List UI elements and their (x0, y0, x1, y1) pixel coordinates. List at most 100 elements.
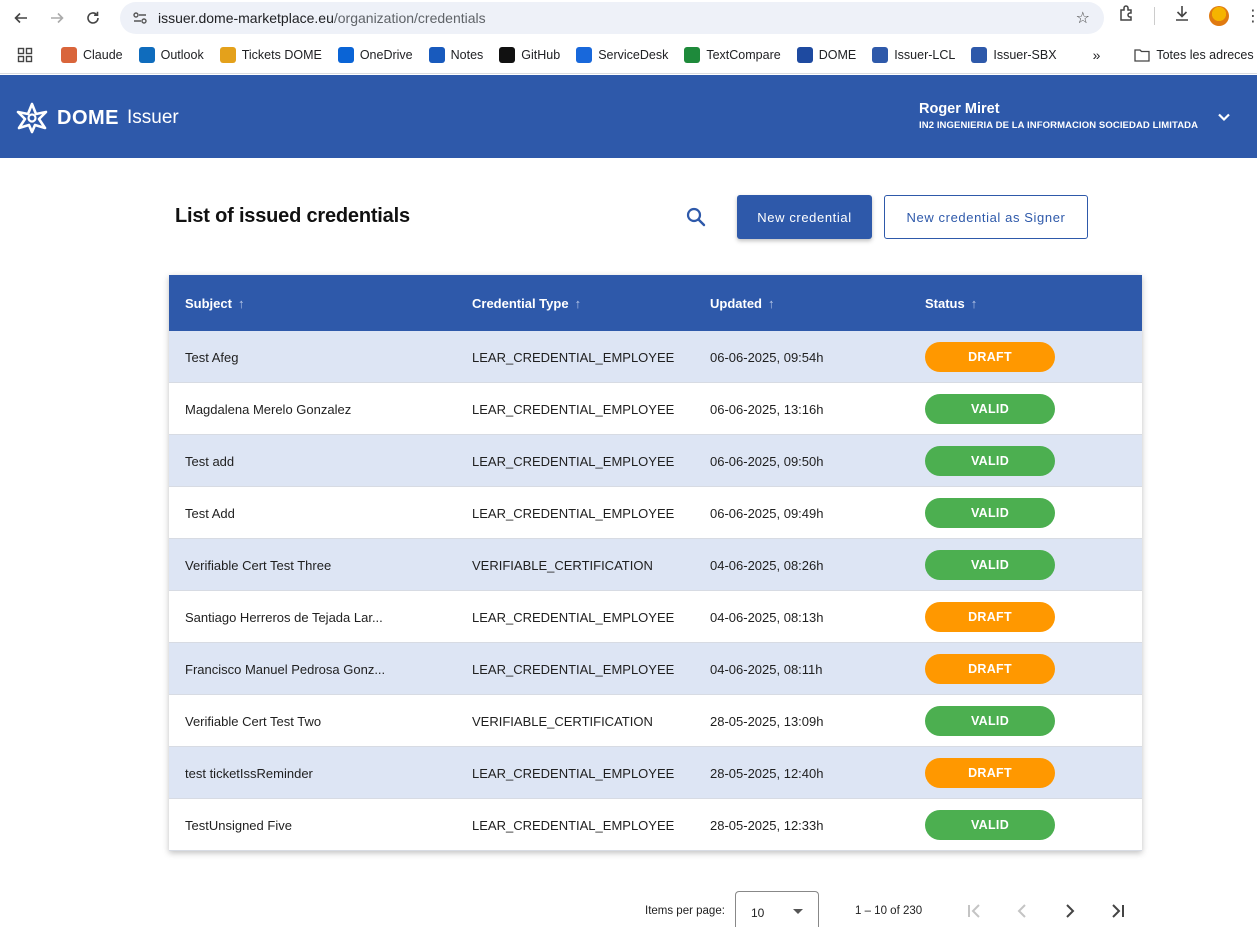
table-row[interactable]: Test Afeg LEAR_CREDENTIAL_EMPLOYEE 06-06-2… (169, 331, 1142, 383)
bookmark-dome[interactable]: DOME (796, 46, 857, 63)
page-title: List of issued credentials (175, 205, 410, 227)
bookmark-onedrive[interactable]: OneDrive (337, 46, 413, 63)
bookmark-issuer-lcl[interactable]: Issuer-LCL (872, 46, 955, 63)
logo-dome-text: DOME (57, 106, 119, 129)
subject-cell: TestUnsigned Five (185, 817, 292, 833)
status-badge: VALID (925, 550, 1055, 580)
bookmark-issuer-sbx[interactable]: Issuer-SBX (971, 46, 1057, 63)
status-badge: VALID (925, 498, 1055, 528)
new-credential-signer-button[interactable]: New credential as Signer (884, 195, 1088, 239)
credential-type-cell: VERIFIABLE_CERTIFICATION (472, 713, 653, 729)
previous-page-icon[interactable] (1010, 899, 1034, 923)
bookmark-claude[interactable]: Claude (61, 46, 123, 63)
status-cell: VALID (925, 539, 1065, 591)
updated-cell: 04-06-2025, 08:13h (710, 609, 824, 625)
site-info-icon[interactable] (130, 8, 150, 28)
subject-cell: Verifiable Cert Test Two (185, 713, 322, 729)
column-label: Updated (710, 295, 762, 311)
table-row[interactable]: Santiago Herreros de Tejada Lar... LEAR_C… (169, 591, 1142, 643)
browser-menu-icon[interactable]: ⋮ (1245, 6, 1257, 26)
updated-cell: 04-06-2025, 08:26h (710, 557, 824, 573)
items-per-page-value: 10 (751, 906, 765, 920)
status-badge: VALID (925, 810, 1055, 840)
more-bookmarks-button[interactable]: » (1093, 47, 1101, 63)
status-badge: VALID (925, 394, 1055, 424)
url-host: issuer.dome-marketplace.eu (158, 10, 334, 26)
bookmark-tickets-dome[interactable]: Tickets DOME (219, 46, 322, 63)
table-row[interactable]: Magdalena Merelo Gonzalez LEAR_CREDENTIAL… (169, 383, 1142, 435)
bookmark-github[interactable]: GitHub (499, 46, 561, 63)
extensions-icon[interactable] (1116, 4, 1138, 27)
table-row[interactable]: Verifiable Cert Test Two VERIFIABLE_CERTI… (169, 695, 1142, 747)
updated-cell: 28-05-2025, 12:40h (710, 765, 824, 781)
subject-cell: test ticketIssReminder (185, 765, 313, 781)
bookmark-outlook[interactable]: Outlook (138, 46, 204, 63)
address-bar[interactable]: issuer.dome-marketplace.eu/organization/… (120, 2, 1104, 34)
all-bookmarks-folder[interactable]: Totes les adreces d'interès (1134, 48, 1257, 62)
folder-icon (1134, 48, 1151, 62)
credential-type-cell: LEAR_CREDENTIAL_EMPLOYEE (472, 765, 675, 781)
user-name: Roger Miret (919, 101, 1000, 117)
onedrive-icon (337, 46, 354, 63)
status-cell: DRAFT (925, 747, 1065, 799)
updated-cell: 06-06-2025, 09:54h (710, 349, 824, 365)
new-credential-button[interactable]: New credential (737, 195, 872, 239)
toolbar-divider (1154, 6, 1155, 25)
column-header-credential-type[interactable]: Credential Type ↑ (472, 275, 581, 331)
bookmark-label: Tickets DOME (241, 47, 322, 62)
column-header-subject[interactable]: Subject ↑ (185, 275, 244, 331)
profile-avatar[interactable] (1209, 5, 1229, 26)
chevron-down-icon[interactable] (1214, 107, 1234, 127)
items-per-page-select[interactable]: 10 (735, 891, 819, 927)
table-body: Test Afeg LEAR_CREDENTIAL_EMPLOYEE 06-06-2… (169, 331, 1142, 851)
url-text: issuer.dome-marketplace.eu/organization/… (158, 10, 486, 26)
table-row[interactable]: TestUnsigned Five LEAR_CREDENTIAL_EMPLOYE… (169, 799, 1142, 851)
user-info[interactable]: Roger Miret IN2 INGENIERIA DE LA INFORMA… (919, 101, 1198, 131)
updated-cell: 28-05-2025, 13:09h (710, 713, 824, 729)
reload-icon[interactable] (81, 6, 105, 30)
url-path: /organization/credentials (333, 10, 486, 26)
last-page-icon[interactable] (1106, 899, 1130, 923)
table-row[interactable]: Verifiable Cert Test Three VERIFIABLE_CER… (169, 539, 1142, 591)
bookmark-label: Issuer-SBX (993, 47, 1057, 62)
column-label: Credential Type (472, 295, 569, 311)
word-icon (428, 46, 445, 63)
table-row[interactable]: Test Add LEAR_CREDENTIAL_EMPLOYEE 06-06-20… (169, 487, 1142, 539)
download-icon[interactable] (1171, 4, 1193, 27)
status-cell: VALID (925, 695, 1065, 747)
bookmark-notes[interactable]: Notes (428, 46, 483, 63)
outlook-icon (138, 46, 155, 63)
sort-arrow-icon: ↑ (237, 295, 245, 311)
column-header-status[interactable]: Status ↑ (925, 275, 977, 331)
table-row[interactable]: test ticketIssReminder LEAR_CREDENTIAL_EM… (169, 747, 1142, 799)
bookmark-textcompare[interactable]: TextCompare (684, 46, 781, 63)
table-row[interactable]: Test add LEAR_CREDENTIAL_EMPLOYEE 06-06-20… (169, 435, 1142, 487)
updated-cell: 04-06-2025, 08:11h (710, 661, 823, 677)
sort-arrow-icon: ↑ (574, 295, 582, 311)
bookmarks-bar: Claude Outlook Tickets DOME OneDrive Notes Gi… (0, 36, 1257, 74)
status-badge: DRAFT (925, 758, 1055, 788)
subject-cell: Test Add (185, 505, 235, 521)
column-header-updated[interactable]: Updated ↑ (710, 275, 775, 331)
credential-type-cell: LEAR_CREDENTIAL_EMPLOYEE (472, 505, 675, 521)
apps-grid-icon[interactable] (17, 47, 33, 63)
status-cell: DRAFT (925, 591, 1065, 643)
textcompare-icon (684, 46, 701, 63)
bookmark-star-icon[interactable]: ☆ (1076, 8, 1090, 28)
credential-type-cell: LEAR_CREDENTIAL_EMPLOYEE (472, 609, 675, 625)
bookmark-servicedesk[interactable]: ServiceDesk (576, 46, 668, 63)
next-page-icon[interactable] (1058, 899, 1082, 923)
search-icon[interactable] (683, 204, 709, 230)
bookmark-label: GitHub (521, 47, 561, 62)
issuer-lcl-icon (872, 46, 889, 63)
bookmark-label: DOME (818, 47, 857, 62)
table-row[interactable]: Francisco Manuel Pedrosa Gonz... LEAR_CRE… (169, 643, 1142, 695)
dome-issuer-logo[interactable]: DOME Issuer (15, 101, 179, 135)
subject-cell: Magdalena Merelo Gonzalez (185, 401, 352, 417)
subject-cell: Francisco Manuel Pedrosa Gonz... (185, 661, 386, 677)
first-page-icon[interactable] (962, 899, 986, 923)
forward-icon[interactable] (45, 6, 69, 30)
back-icon[interactable] (9, 6, 33, 30)
subject-cell: Santiago Herreros de Tejada Lar... (185, 609, 383, 625)
updated-cell: 06-06-2025, 09:49h (710, 505, 824, 521)
